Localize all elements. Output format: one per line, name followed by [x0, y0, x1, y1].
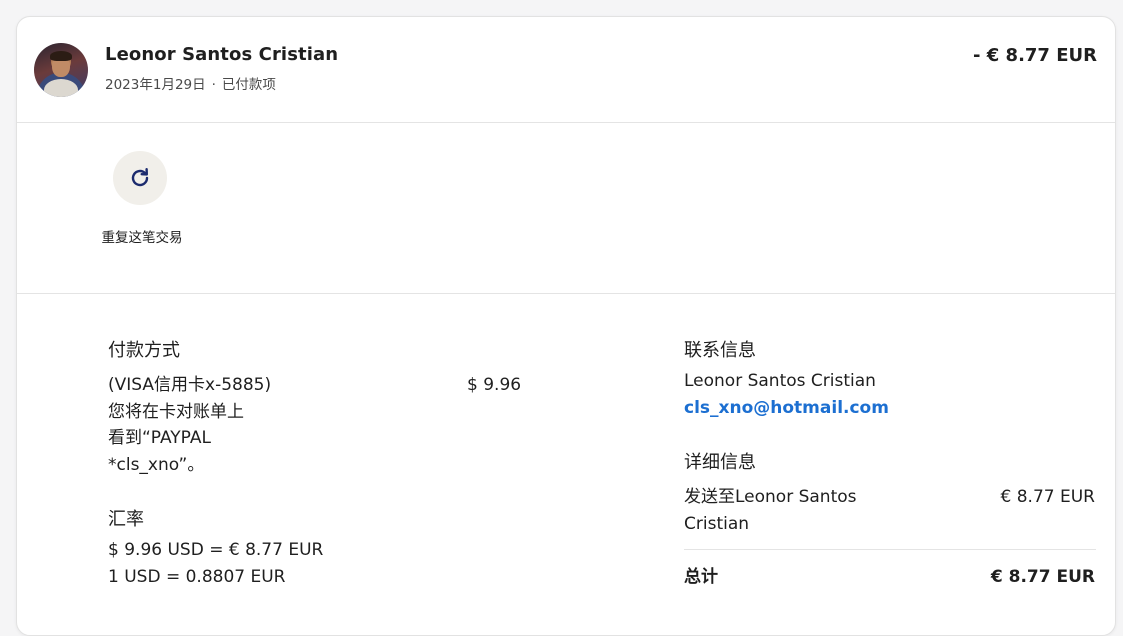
transaction-amount: - € 8.77 EUR [973, 45, 1097, 66]
sent-to-info: 发送至Leonor Santos Cristian [684, 484, 857, 537]
exchange-rate-info: $ 9.96 USD = € 8.77 EUR 1 USD = 0.8807 E… [108, 537, 323, 590]
avatar-hair [50, 51, 72, 61]
transaction-status: 已付款项 [221, 77, 276, 93]
exchange-rate-line: 1 USD = 0.8807 EUR [108, 566, 286, 587]
contact-name: Leonor Santos Cristian [684, 371, 876, 391]
total-amount: € 8.77 EUR [990, 567, 1095, 587]
avatar [34, 43, 88, 97]
transaction-meta: 2023年1月29日 · 已付款项 [105, 73, 276, 93]
meta-separator: · [211, 77, 216, 93]
contact-info-title: 联系信息 [684, 340, 756, 361]
payment-card-info: (VISA信用卡x-5885) 您将在卡对账单上 看到“PAYPAL *cls_… [108, 372, 271, 478]
payment-card-line: *cls_xno”。 [108, 454, 205, 475]
payment-card-line: (VISA信用卡x-5885) [108, 375, 272, 395]
repeat-transaction-label[interactable]: 重复这笔交易 [99, 227, 185, 249]
contact-email-link[interactable]: cls_xno@hotmail.com [684, 398, 889, 418]
actions-section: 重复这笔交易 [17, 123, 1115, 294]
payment-card-line: 您将在卡对账单上 [108, 401, 244, 422]
exchange-rate-line: $ 9.96 USD = € 8.77 EUR [108, 540, 324, 560]
contact-info: Leonor Santos Cristian cls_xno@hotmail.c… [684, 368, 889, 421]
transaction-header: Leonor Santos Cristian 2023年1月29日 · 已付款项 -… [17, 17, 1115, 123]
repeat-transaction-button[interactable] [113, 151, 167, 205]
payment-card-line: 看到“PAYPAL [108, 428, 211, 448]
exchange-rate-title: 汇率 [108, 509, 144, 530]
payment-method-title: 付款方式 [108, 340, 180, 361]
total-label: 总计 [684, 567, 718, 587]
sent-to-line: Cristian [684, 513, 750, 534]
transaction-date: 2023年1月29日 [105, 77, 206, 93]
total-divider [684, 549, 1096, 550]
sent-amount: € 8.77 EUR [1000, 487, 1095, 507]
refresh-icon [131, 168, 149, 187]
payee-name: Leonor Santos Cristian [105, 44, 339, 65]
sent-to-line: 发送至Leonor Santos [684, 487, 857, 507]
transaction-card: Leonor Santos Cristian 2023年1月29日 · 已付款项 -… [16, 16, 1116, 636]
details-title: 详细信息 [684, 452, 756, 473]
payment-amount: $ 9.96 [467, 375, 522, 395]
avatar-shirt [44, 79, 78, 97]
